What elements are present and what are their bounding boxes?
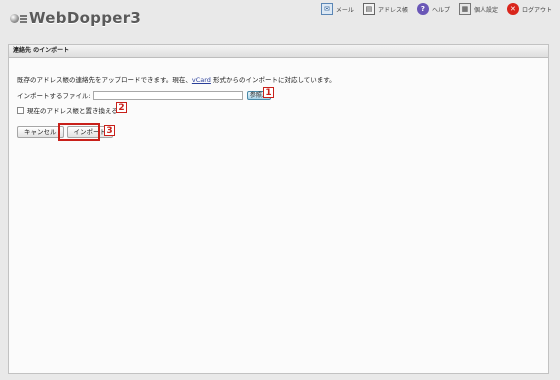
header: WebDopper3 ✉ メール ▤ アドレス帳 ? ヘルプ ▦ 個人設定 ✕ …: [0, 0, 560, 38]
import-description: 既存のアドレス帳の連絡先をアップロードできます。現在、vCard 形式からのイン…: [17, 74, 336, 84]
replace-option: 現在のアドレス帳と置き換える: [17, 105, 118, 115]
nav-help-label: ヘルプ: [431, 6, 450, 14]
mail-icon: ✉: [320, 3, 333, 15]
nav-mail[interactable]: ✉ メール: [320, 3, 354, 15]
nav-address-book-label: アドレス帳: [377, 6, 408, 14]
cancel-button[interactable]: キャンセル: [17, 126, 64, 138]
logo-mark-icon: [10, 12, 27, 25]
import-panel: 連絡先 のインポート 既存のアドレス帳の連絡先をアップロードできます。現在、vC…: [8, 44, 549, 374]
callout-3: 3: [104, 125, 115, 136]
nav-mail-label: メール: [335, 6, 354, 14]
nav-address-book[interactable]: ▤ アドレス帳: [362, 3, 408, 15]
description-text-2: 形式からのインポートに対応しています。: [210, 76, 336, 84]
nav-settings-label: 個人設定: [473, 6, 498, 14]
nav-settings[interactable]: ▦ 個人設定: [458, 3, 498, 15]
help-icon: ?: [416, 3, 429, 15]
vcard-link[interactable]: vCard: [192, 76, 211, 84]
logo-text: WebDopper3: [29, 9, 142, 27]
panel-title: 連絡先 のインポート: [9, 45, 548, 58]
file-row: インポートするファイル: 参照...: [17, 90, 271, 100]
import-button-highlight: [58, 123, 100, 141]
top-navigation: ✉ メール ▤ アドレス帳 ? ヘルプ ▦ 個人設定 ✕ ログアウト: [312, 3, 552, 15]
app-logo: WebDopper3: [10, 9, 141, 27]
file-path-input[interactable]: [92, 90, 243, 100]
nav-logout[interactable]: ✕ ログアウト: [506, 3, 552, 15]
address-book-icon: ▤: [362, 3, 375, 15]
nav-logout-label: ログアウト: [521, 6, 552, 14]
description-text-1: 既存のアドレス帳の連絡先をアップロードできます。現在、: [17, 76, 192, 84]
logout-icon: ✕: [506, 3, 519, 15]
file-label: インポートするファイル:: [17, 92, 91, 100]
nav-help[interactable]: ? ヘルプ: [416, 3, 450, 15]
replace-label: 現在のアドレス帳と置き換える: [27, 107, 118, 115]
settings-icon: ▦: [458, 3, 471, 15]
replace-checkbox[interactable]: [17, 106, 24, 114]
callout-2: 2: [116, 102, 127, 113]
callout-1: 1: [263, 87, 274, 98]
